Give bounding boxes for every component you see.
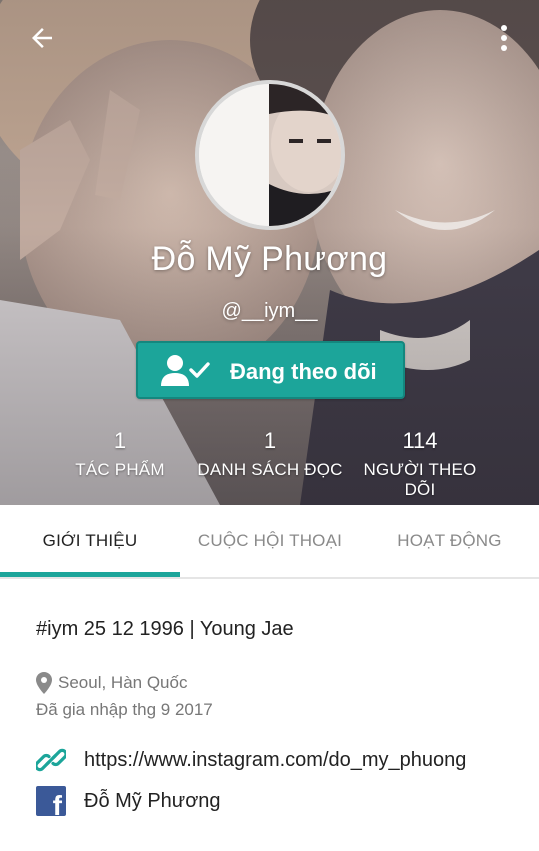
link-icon [36, 748, 66, 772]
tab-activity[interactable]: HOẠT ĐỘNG [360, 505, 539, 577]
stat-followers-label: NGƯỜI THEO DÕI [363, 460, 477, 499]
back-button[interactable] [22, 20, 62, 56]
location-text: Seoul, Hàn Quốc [58, 673, 188, 692]
stat-works-label: TÁC PHẨM [75, 460, 165, 479]
tab-conversations[interactable]: CUỘC HỘI THOẠI [180, 505, 360, 577]
username: @__iym__ [221, 300, 318, 322]
user-check-icon [161, 355, 210, 386]
facebook-row[interactable]: f Đỗ Mỹ Phương [36, 786, 221, 816]
more-options-button[interactable] [489, 18, 519, 58]
display-name: Đỗ Mỹ Phương [151, 240, 388, 278]
stat-followers[interactable]: 114 NGƯỜI THEO DÕI [348, 428, 492, 500]
arrow-left-icon [32, 28, 52, 48]
joined-date: Đã gia nhập thg 9 2017 [36, 700, 213, 719]
location-pin-icon [36, 672, 52, 694]
stat-reading-lists-value: 1 [263, 428, 277, 453]
profile-tabs: GIỚI THIỆU CUỘC HỘI THOẠI HOẠT ĐỘNG [0, 505, 539, 579]
stat-reading-lists[interactable]: 1 DANH SÁCH ĐỌC [190, 428, 350, 480]
facebook-icon: f [36, 786, 66, 816]
location-row: Seoul, Hàn Quốc [36, 672, 187, 694]
following-button-label: Đang theo dõi [230, 359, 377, 384]
avatar[interactable] [195, 80, 345, 230]
stat-reading-lists-label: DANH SÁCH ĐỌC [197, 460, 343, 479]
following-button[interactable]: Đang theo dõi [136, 341, 405, 399]
website-link[interactable]: https://www.instagram.com/do_my_phuong [84, 749, 466, 772]
website-row[interactable]: https://www.instagram.com/do_my_phuong [36, 745, 466, 775]
active-tab-indicator [0, 572, 180, 577]
stat-works-value: 1 [113, 428, 127, 453]
more-vertical-icon [501, 25, 507, 51]
bio-text: #iym 25 12 1996 | Young Jae [36, 618, 294, 640]
facebook-name[interactable]: Đỗ Mỹ Phương [84, 790, 221, 813]
stat-followers-value: 114 [402, 428, 438, 453]
stat-works[interactable]: 1 TÁC PHẨM [58, 428, 182, 480]
tab-about[interactable]: GIỚI THIỆU [0, 505, 180, 577]
